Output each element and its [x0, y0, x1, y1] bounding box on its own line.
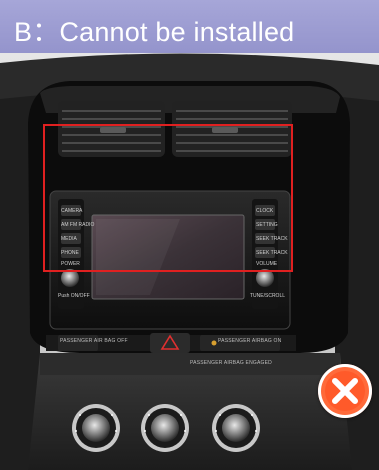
airbag-on-text: PASSENGER AIRBAG ON [218, 338, 282, 344]
title-banner: B：Cannot be installed [0, 0, 379, 54]
banner-title: B：Cannot be installed [14, 17, 295, 47]
reject-badge [318, 364, 372, 418]
cross-icon [325, 371, 365, 411]
right-knob-label: TUNE/SCROLL [250, 293, 286, 299]
console-caption: PASSENGER AIRBAG ENGAGED [190, 360, 272, 366]
airbag-off-text: PASSENGER AIR BAG OFF [60, 338, 128, 344]
left-knob-label: Push ON/OFF [58, 293, 90, 299]
head-unit-highlight [43, 124, 293, 272]
